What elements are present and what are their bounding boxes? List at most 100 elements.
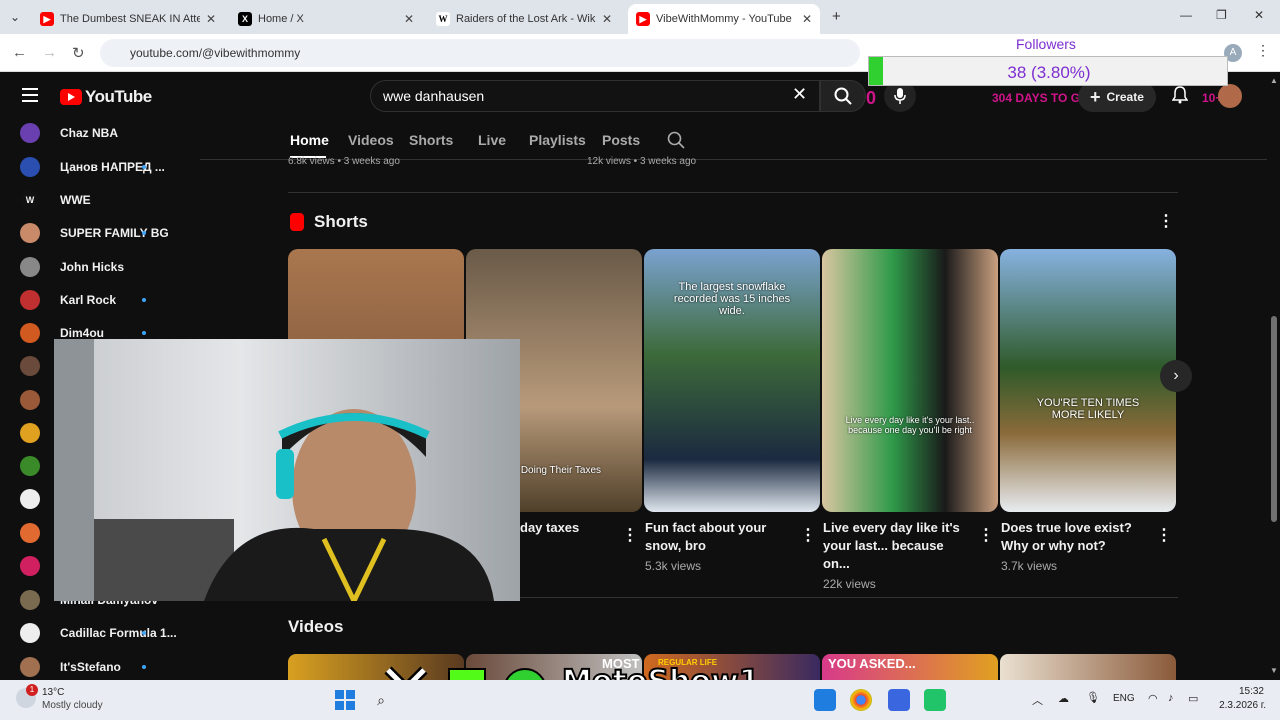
close-tab-icon[interactable]: ✕ (404, 12, 414, 26)
tab-posts[interactable]: Posts (602, 132, 640, 148)
short-more-icon[interactable]: ⋮ (978, 525, 994, 545)
avatar (20, 223, 40, 243)
followers-label: Followers (1016, 36, 1076, 52)
back-arrow-icon[interactable]: ← (12, 44, 27, 61)
video-thumbnail-1[interactable] (288, 654, 464, 682)
short-more-icon[interactable]: ⋮ (800, 525, 816, 545)
youtube-logo[interactable]: YouTube (60, 87, 152, 107)
volume-icon[interactable]: ♪ (1168, 692, 1174, 704)
close-tab-icon[interactable]: ✕ (206, 12, 216, 26)
language-indicator[interactable]: ENG (1113, 693, 1135, 704)
thumb-text: YOU ASKED... (828, 656, 916, 671)
page-scrollbar[interactable]: ▲ ▼ (1268, 72, 1280, 680)
sidebar-item-chaz-nba[interactable]: Chaz NBA (20, 120, 118, 146)
menu-icon[interactable] (22, 88, 38, 106)
youtube-play-icon (60, 89, 82, 105)
tab-home[interactable]: Home (290, 132, 329, 148)
app-icon[interactable] (888, 689, 910, 711)
short-more-icon[interactable]: ⋮ (622, 525, 638, 545)
clock-time[interactable]: 15:32 (1230, 686, 1264, 697)
scroll-down-icon[interactable]: ▼ (1270, 666, 1278, 675)
avatar (20, 623, 40, 643)
close-window-icon[interactable]: ✕ (1254, 8, 1264, 22)
maximize-icon[interactable]: ❐ (1216, 8, 1227, 22)
browser-tab-3[interactable]: W Raiders of the Lost Ark - Wikipe ✕ (428, 4, 620, 34)
sidebar-item-super-family-bg[interactable]: SUPER FAMILY BG (20, 220, 169, 246)
reload-icon[interactable]: ↻ (72, 44, 85, 62)
chrome-icon[interactable] (850, 689, 872, 711)
sidebar-item-label: Karl Rock (60, 293, 117, 307)
address-bar[interactable]: youtube.com/@vibewithmommy (100, 39, 860, 67)
overlay-counter: 0 (866, 88, 877, 108)
tab-title: The Dumbest SNEAK IN Attemp (60, 13, 200, 25)
channel-search-icon[interactable] (667, 131, 685, 149)
clock-date[interactable]: 2.3.2026 г. (1210, 700, 1266, 711)
browser-tab-4-active[interactable]: ▶ VibeWithMommy - YouTube ✕ (628, 4, 821, 34)
outlook-icon[interactable] (814, 689, 836, 711)
short-thumbnail-4[interactable]: Live every day like it's your last.. bec… (822, 249, 998, 512)
clear-search-icon[interactable]: ✕ (792, 84, 807, 105)
short-views: 3.7k views (1001, 559, 1058, 573)
video-thumbnail-4[interactable]: YOU ASKED... (822, 654, 998, 682)
avatar (20, 456, 40, 476)
search-button[interactable] (820, 80, 866, 112)
app-icon[interactable] (924, 689, 946, 711)
short-thumbnail-3[interactable]: The largest snowflake recorded was 15 in… (644, 249, 820, 512)
tab-playlists[interactable]: Playlists (529, 132, 586, 148)
short-title[interactable]: Live every day like it's your last... be… (823, 519, 973, 573)
short-title[interactable]: Does true love exist? Why or why not? (1001, 519, 1151, 555)
sidebar-item-label: Цанов НАПРЕД ... (60, 160, 165, 174)
wifi-icon[interactable]: ◠ (1148, 692, 1158, 705)
sidebar-item-wwe[interactable]: W WWE (20, 187, 91, 213)
chevron-right-icon: › (1173, 367, 1179, 384)
sidebar-item-cadillac-f1[interactable]: Cadillac Formula 1... (20, 620, 177, 646)
windows-start-icon[interactable] (334, 689, 356, 711)
notifications-bell-icon[interactable] (1171, 86, 1189, 109)
scroll-up-icon[interactable]: ▲ (1270, 76, 1278, 85)
scrollbar-thumb[interactable] (1271, 316, 1277, 522)
tab-title: Home / X (258, 13, 304, 25)
sidebar-item-label: WWE (60, 193, 91, 207)
tab-live[interactable]: Live (478, 132, 506, 148)
cloud-icon[interactable]: ☁ (1058, 692, 1069, 705)
search-icon (834, 87, 852, 105)
new-content-dot (142, 231, 146, 235)
followers-goal-overlay: Followers 38 (3.80%) (868, 36, 1228, 86)
new-tab-button[interactable]: + (832, 8, 841, 25)
tab-videos[interactable]: Videos (348, 132, 394, 148)
sidebar-item-label: Cadillac Formula 1... (60, 626, 177, 640)
shorts-more-icon[interactable]: ⋮ (1158, 211, 1174, 231)
forward-arrow-icon[interactable]: → (42, 44, 57, 61)
short-more-icon[interactable]: ⋮ (1156, 525, 1172, 545)
close-tab-icon[interactable]: ✕ (802, 12, 812, 26)
sidebar-item-karl-rock[interactable]: Karl Rock (20, 287, 116, 313)
battery-icon[interactable]: ▭ (1188, 692, 1198, 705)
account-avatar[interactable] (1218, 84, 1242, 108)
shorts-next-button[interactable]: › (1160, 360, 1192, 392)
tab-search-icon[interactable]: ⌄ (10, 10, 20, 24)
close-tab-icon[interactable]: ✕ (602, 12, 612, 26)
search-input[interactable]: wwe danhausen (370, 80, 820, 112)
video-thumbnail-5[interactable] (1000, 654, 1176, 682)
sidebar-item-john-hicks[interactable]: John Hicks (20, 254, 124, 280)
followers-value: 38 (3.80%) (1007, 63, 1091, 82)
avatar (20, 390, 40, 410)
browser-tab-1[interactable]: ▶ The Dumbest SNEAK IN Attemp ✕ (32, 4, 224, 34)
create-button[interactable]: + Create (1078, 82, 1156, 112)
minimize-icon[interactable]: — (1180, 8, 1192, 22)
browser-menu-icon[interactable]: ⋮ (1256, 42, 1270, 59)
sidebar-item-itsstefano[interactable]: It'sStefano (20, 654, 121, 680)
taskbar-search-icon[interactable]: ⌕ (370, 689, 392, 711)
previous-video-meta: 12k views • 3 weeks ago (587, 156, 697, 167)
short-thumbnail-5[interactable]: YOU'RE TEN TIMES MORE LIKELY (1000, 249, 1176, 512)
sidebar-item-label: Dim4ou (60, 326, 105, 340)
microphone-tray-icon[interactable]: 🎙 (1086, 691, 1100, 704)
avatar (20, 423, 40, 443)
new-content-dot (142, 631, 146, 635)
browser-tab-2[interactable]: X Home / X ✕ (230, 4, 422, 34)
short-title[interactable]: Fun fact about your snow, bro (645, 519, 805, 555)
tab-shorts[interactable]: Shorts (409, 132, 453, 148)
videos-section-title: Videos (288, 617, 344, 636)
section-divider (288, 192, 1178, 193)
tray-chevron-icon[interactable]: ︿ (1032, 692, 1043, 708)
